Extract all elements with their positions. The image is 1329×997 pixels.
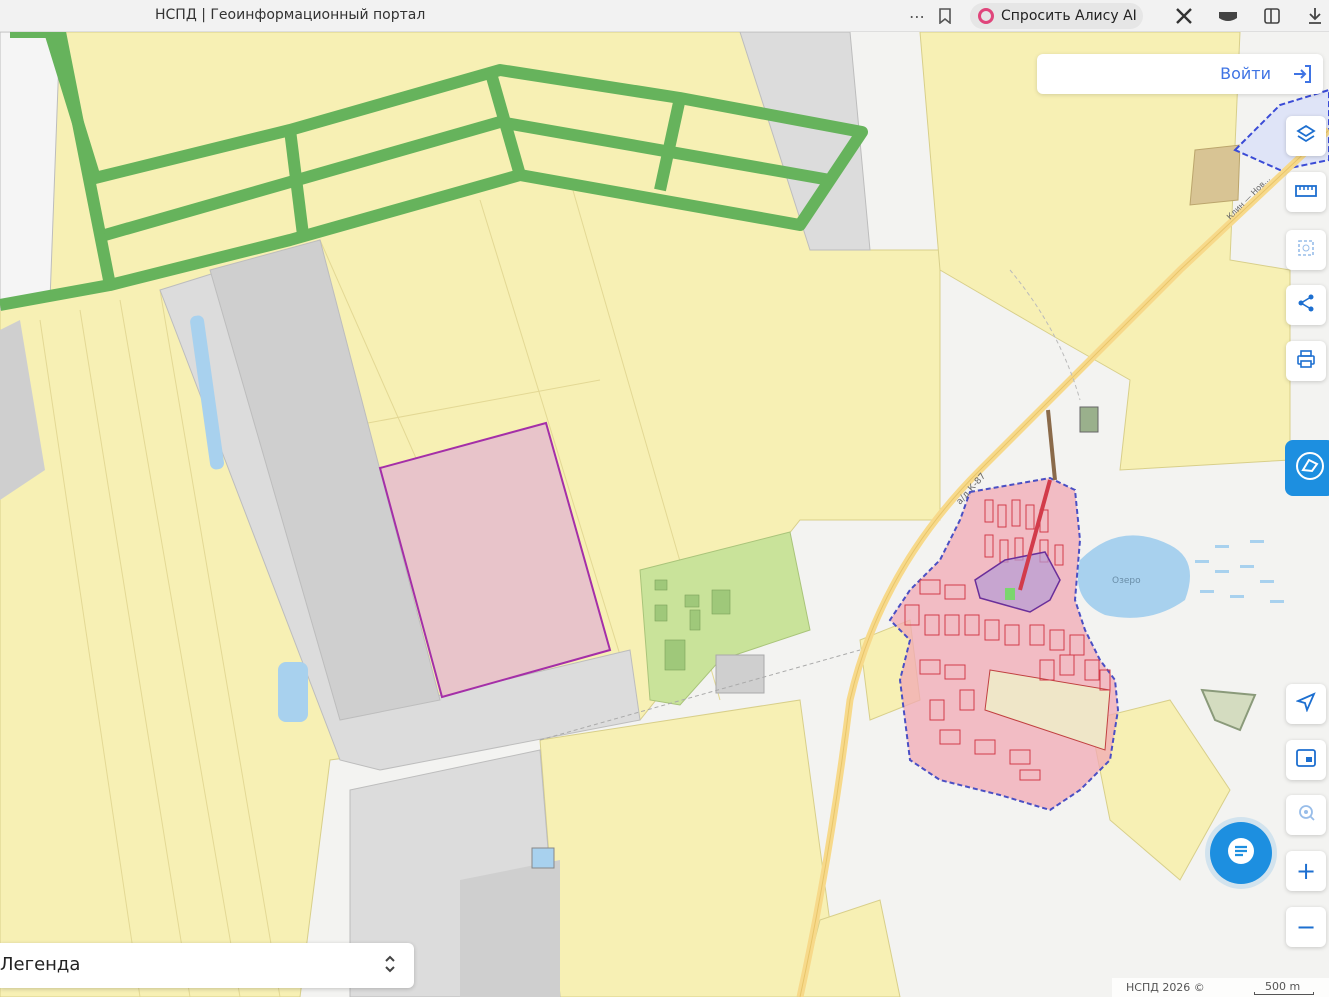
bookmarks-panel-icon[interactable] (1260, 4, 1284, 28)
extension-icon[interactable] (1172, 4, 1196, 28)
ruler-icon (1295, 183, 1317, 202)
map-attribution: НСПД 2026 © 500 m (1112, 978, 1329, 997)
building (1079, 406, 1099, 433)
ruler-button[interactable] (1286, 172, 1326, 212)
road-zone (0, 32, 61, 311)
alice-label: Спросить Алису AI (1001, 8, 1137, 24)
service-button[interactable] (1285, 440, 1329, 496)
search-location-icon (1296, 803, 1316, 827)
parcel[interactable] (539, 699, 841, 997)
reader-icon[interactable] (1216, 4, 1240, 28)
building (715, 654, 765, 694)
legend-panel[interactable]: Легенда (0, 943, 414, 988)
zoom-out-button[interactable]: − (1286, 907, 1326, 947)
login-icon (1291, 63, 1313, 85)
area-select-icon (1296, 238, 1316, 262)
geolocation-button[interactable] (1286, 684, 1326, 724)
chevron-updown-icon[interactable] (384, 954, 396, 978)
copyright-text: НСПД 2026 © (1126, 981, 1205, 994)
alice-icon (978, 8, 994, 24)
map-canvas[interactable]: Озеро а/д К-87 Клин — Нов... Войти + − Л… (0, 32, 1329, 997)
water-body (278, 662, 308, 722)
scale-bar (1254, 992, 1314, 995)
map-layers: Озеро а/д К-87 Клин — Нов... (0, 32, 1329, 997)
lake-label: Озеро (1112, 576, 1141, 586)
share-button[interactable] (1286, 285, 1326, 325)
zoom-in-button[interactable]: + (1286, 851, 1326, 891)
alice-button[interactable]: Спросить Алису AI (970, 3, 1143, 29)
chat-icon (1226, 836, 1256, 870)
download-icon[interactable] (1303, 4, 1327, 28)
service-icon (1294, 450, 1326, 486)
bookmark-icon[interactable] (933, 4, 957, 28)
zoom-out-icon: − (1295, 913, 1317, 941)
print-icon (1296, 349, 1316, 373)
minimap-icon (1296, 749, 1316, 771)
more-icon[interactable]: ⋯ (905, 4, 929, 28)
industrial-zone[interactable] (460, 860, 560, 997)
layers-button[interactable] (1286, 116, 1326, 156)
login-label: Войти (1220, 64, 1271, 83)
water-body (531, 847, 555, 869)
layers-icon (1296, 124, 1316, 148)
share-icon (1296, 293, 1316, 317)
minimap-button[interactable] (1286, 740, 1326, 780)
search-location-button[interactable] (1286, 795, 1326, 835)
legend-label: Легенда (0, 954, 81, 975)
chat-button[interactable] (1210, 822, 1272, 884)
zoom-in-icon: + (1295, 857, 1317, 885)
building (1005, 588, 1015, 600)
print-button[interactable] (1286, 341, 1326, 381)
geolocation-icon (1295, 692, 1316, 716)
login-button[interactable]: Войти (1037, 54, 1323, 94)
tab-title[interactable]: НСПД | Геоинформационный портал (155, 7, 425, 23)
browser-toolbar: НСПД | Геоинформационный портал ⋯ Спроси… (0, 0, 1329, 32)
parcel[interactable] (1189, 144, 1241, 206)
area-select-button[interactable] (1286, 230, 1326, 270)
